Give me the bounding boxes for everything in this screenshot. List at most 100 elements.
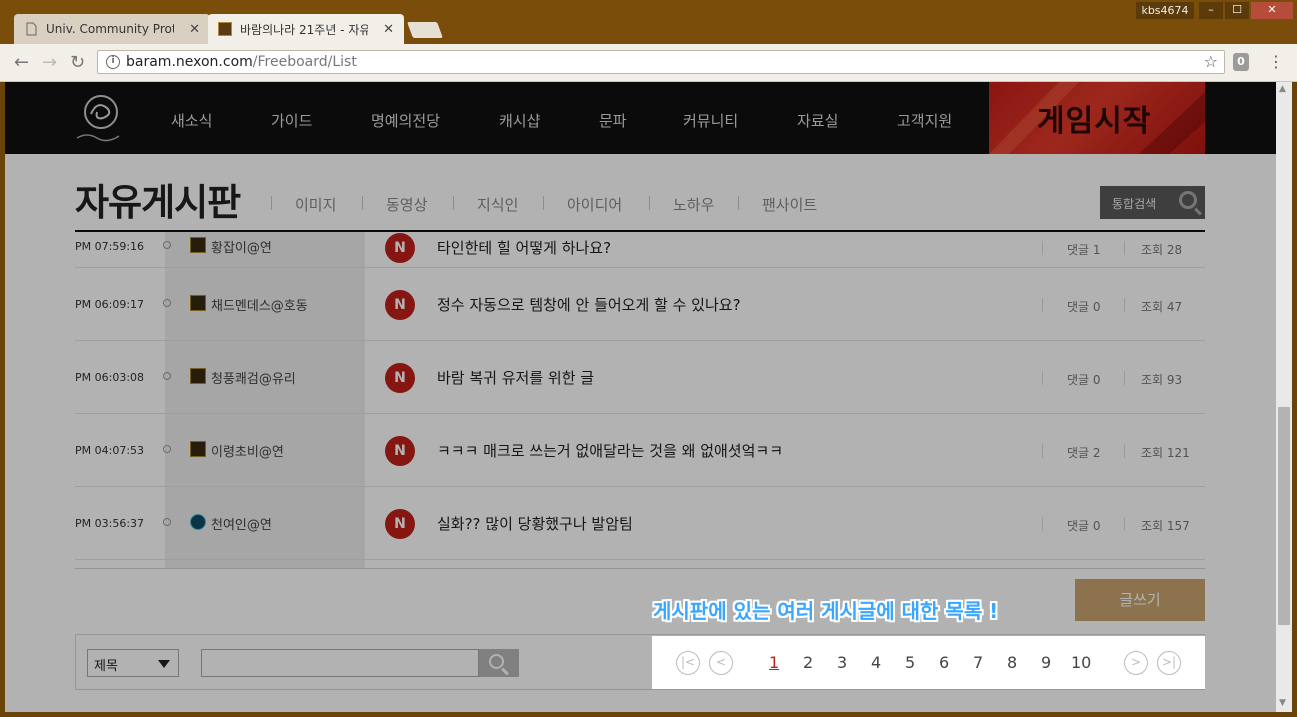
bookmark-star-icon[interactable]: ☆ (1204, 52, 1218, 71)
view-count: 조회 121 (1141, 446, 1190, 460)
view-count: 조회 93 (1141, 373, 1183, 387)
nav-item-cash-shop[interactable]: 캐시샵 (499, 110, 540, 131)
last-page-icon[interactable]: >| (1157, 651, 1181, 675)
close-tab-icon[interactable]: ✕ (189, 22, 200, 37)
nav-item-community[interactable]: 커뮤니티 (683, 110, 738, 131)
divider (1042, 444, 1043, 458)
page-7[interactable]: 7 (973, 653, 983, 672)
post-author[interactable]: 황잡이@연 (211, 237, 272, 256)
author-avatar (190, 368, 206, 384)
post-subject[interactable]: ㅋㅋㅋ 매크로 쓰는거 없애달라는 것을 왜 없애셧엌ㅋㅋ (437, 440, 783, 461)
page-scrollbar[interactable]: ▲ ▼ (1276, 82, 1292, 712)
maximize-button[interactable]: ☐ (1225, 2, 1249, 19)
subtab-knowhow[interactable]: 노하우 (673, 194, 714, 215)
post-time: PM 06:09:17 (75, 298, 145, 311)
chevron-down-icon (158, 660, 170, 668)
scroll-thumb[interactable] (1278, 407, 1290, 625)
post-time: PM 06:03:08 (75, 371, 145, 384)
subtab-fansite[interactable]: 팬사이트 (762, 194, 817, 215)
post-subject[interactable]: 정수 자동으로 템창에 안 들어오게 할 수 있나요? (437, 294, 741, 315)
url-host: baram.nexon.com (126, 54, 253, 70)
search-field-select[interactable]: 제목 (87, 649, 179, 677)
divider (738, 196, 739, 210)
clock-icon (163, 299, 171, 307)
post-author[interactable]: 채드멘데스@호동 (211, 295, 308, 314)
back-icon[interactable]: ← (14, 52, 29, 73)
extension-icon[interactable]: 0 (1233, 53, 1249, 71)
forward-icon[interactable]: → (42, 52, 57, 73)
post-subject[interactable]: 실화?? 많이 당황했구나 발암팀 (437, 513, 633, 534)
author-avatar (190, 441, 206, 457)
reload-icon[interactable]: ↻ (70, 52, 85, 73)
page-10[interactable]: 10 (1071, 653, 1091, 672)
nav-item-guide[interactable]: 가이드 (271, 110, 312, 131)
divider (1124, 444, 1125, 458)
subtab-ideas[interactable]: 아이디어 (567, 194, 622, 215)
table-row[interactable]: PM 04:07:53 이령초비@연 N ㅋㅋㅋ 매크로 쓰는거 없애달라는 것… (75, 414, 1205, 487)
page-1[interactable]: 1 (769, 653, 779, 672)
nav-item-news[interactable]: 새소식 (171, 110, 212, 131)
post-author[interactable]: 천여인@연 (211, 514, 272, 533)
page-4[interactable]: 4 (871, 653, 881, 672)
page-9[interactable]: 9 (1041, 653, 1051, 672)
tab-bar: Univ. Community Prototype ✕ 바람의나라 21주년 -… (0, 0, 1297, 44)
address-bar[interactable]: i baram.nexon.com/Freeboard/List ☆ (97, 50, 1225, 74)
divider (1124, 241, 1125, 255)
baram-logo[interactable] (71, 92, 131, 144)
table-row[interactable]: PM 06:09:17 채드멘데스@호동 N 정수 자동으로 템창에 안 들어오… (75, 268, 1205, 341)
divider (1042, 517, 1043, 531)
page-5[interactable]: 5 (905, 653, 915, 672)
next-page-icon[interactable]: > (1124, 651, 1148, 675)
profile-name[interactable]: kbs4674 (1136, 2, 1194, 19)
post-subject[interactable]: 타인한테 힐 어떻게 하나요? (437, 237, 611, 258)
table-row[interactable]: PM 03:56:37 천여인@연 N 실화?? 많이 당황했구나 발암팀 댓글… (75, 487, 1205, 560)
game-start-button[interactable]: 게임시작 (989, 82, 1205, 154)
search-input[interactable] (201, 649, 479, 677)
tab-univ-community[interactable]: Univ. Community Prototype ✕ (14, 14, 210, 44)
table-row[interactable]: PM 06:03:08 청풍쾌검@유리 N 바람 복귀 유저를 위한 글 댓글 … (75, 341, 1205, 414)
subtab-images[interactable]: 이미지 (295, 194, 336, 215)
post-list: PM 07:59:16 황잡이@연 N 타인한테 힐 어떻게 하나요? 댓글 1… (75, 232, 1205, 568)
close-tab-icon[interactable]: ✕ (383, 22, 394, 37)
new-badge: N (385, 509, 415, 539)
window-close-button[interactable]: ✕ (1251, 2, 1293, 19)
prev-page-icon[interactable]: < (709, 651, 733, 675)
new-tab-button[interactable] (407, 22, 443, 38)
first-page-icon[interactable]: |< (676, 651, 700, 675)
nav-item-library[interactable]: 자료실 (797, 110, 838, 131)
post-subject[interactable]: 바람 복귀 유저를 위한 글 (437, 367, 594, 388)
author-avatar (190, 514, 206, 530)
post-author[interactable]: 이령초비@연 (211, 441, 284, 460)
page-title: 자유게시판 (75, 181, 241, 224)
author-avatar (190, 295, 206, 311)
write-post-button[interactable]: 글쓰기 (1075, 579, 1205, 621)
nav-item-support[interactable]: 고객지원 (897, 110, 952, 131)
page-3[interactable]: 3 (837, 653, 847, 672)
clock-icon (163, 372, 171, 380)
page-6[interactable]: 6 (939, 653, 949, 672)
divider (362, 196, 363, 210)
divider (453, 196, 454, 210)
page-2[interactable]: 2 (803, 653, 813, 672)
menu-icon[interactable]: ⋮ (1268, 52, 1284, 71)
scroll-up-icon[interactable]: ▲ (1279, 84, 1286, 94)
nav-item-hall-of-fame[interactable]: 명예의전당 (371, 110, 440, 131)
scroll-down-icon[interactable]: ▼ (1279, 698, 1286, 708)
browser-chrome: Univ. Community Prototype ✕ 바람의나라 21주년 -… (0, 0, 1297, 82)
search-field-value: 제목 (94, 659, 118, 674)
integrated-search-button[interactable]: 통합검색 (1100, 186, 1205, 219)
tab-baram[interactable]: 바람의나라 21주년 - 자유게시판 ✕ (208, 14, 404, 44)
divider (649, 196, 650, 210)
tab-title: Univ. Community Prototype (46, 22, 174, 36)
post-author[interactable]: 청풍쾌검@유리 (211, 368, 296, 387)
browser-toolbar: ← → ↻ i baram.nexon.com/Freeboard/List ☆… (0, 44, 1297, 82)
subtab-knowledge[interactable]: 지식인 (477, 194, 518, 215)
subtab-videos[interactable]: 동영상 (386, 194, 427, 215)
clock-icon (163, 445, 171, 453)
nav-item-guild[interactable]: 문파 (599, 110, 627, 131)
page-8[interactable]: 8 (1007, 653, 1017, 672)
search-button[interactable] (479, 649, 519, 677)
info-icon[interactable]: i (106, 55, 120, 69)
table-row[interactable]: PM 07:59:16 황잡이@연 N 타인한테 힐 어떻게 하나요? 댓글 1… (75, 232, 1205, 268)
minimize-button[interactable]: – (1199, 2, 1223, 19)
